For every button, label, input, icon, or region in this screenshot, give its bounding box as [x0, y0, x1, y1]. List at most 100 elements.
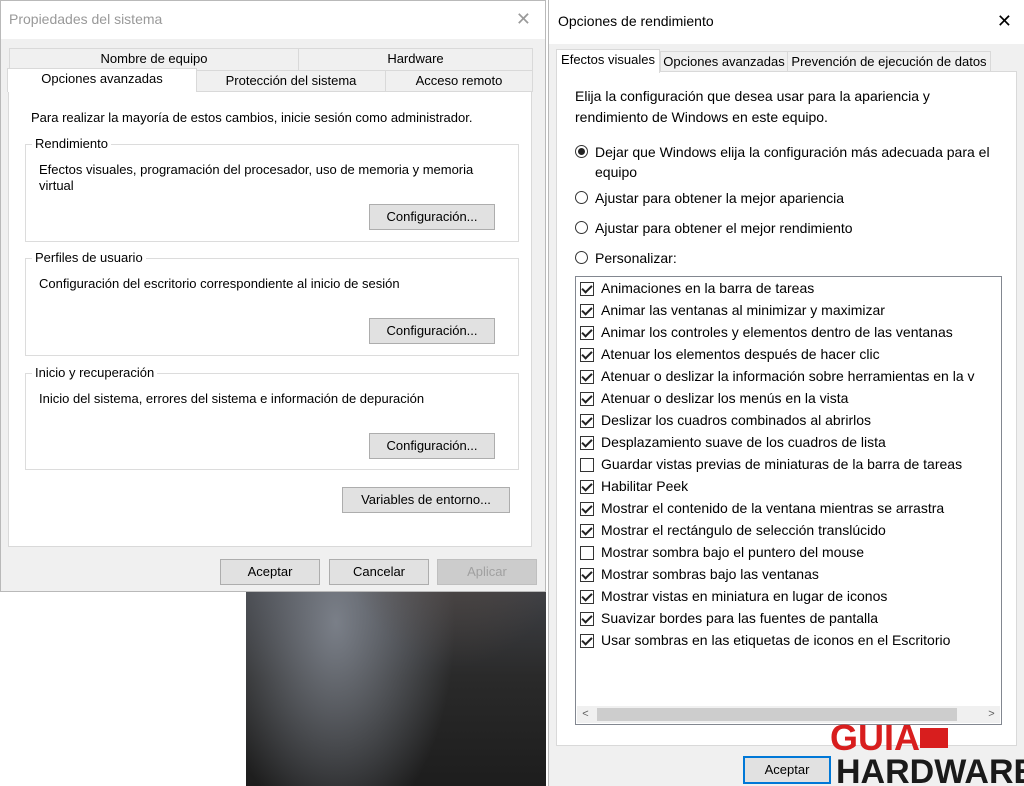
tab-label: Efectos visuales — [561, 52, 655, 67]
effect-item[interactable]: Guardar vistas previas de miniaturas de … — [580, 455, 1001, 477]
checkbox[interactable] — [580, 326, 594, 340]
effect-label: Usar sombras en las etiquetas de iconos … — [601, 632, 951, 648]
environment-variables-button[interactable]: Variables de entorno... — [342, 487, 510, 513]
checkbox[interactable] — [580, 546, 594, 560]
logo-mark — [920, 728, 948, 748]
checkbox[interactable] — [580, 304, 594, 318]
effect-item[interactable]: Usar sombras en las etiquetas de iconos … — [580, 631, 1001, 653]
radio-label: Personalizar: — [595, 250, 677, 266]
checkbox[interactable] — [580, 348, 594, 362]
effect-item[interactable]: Desplazamiento suave de los cuadros de l… — [580, 433, 1001, 455]
effect-item[interactable]: Mostrar el rectángulo de selección trans… — [580, 521, 1001, 543]
checkbox[interactable] — [580, 282, 594, 296]
tab-hardware[interactable]: Hardware — [298, 48, 533, 70]
effect-item[interactable]: Deslizar los cuadros combinados al abrir… — [580, 411, 1001, 433]
effect-item[interactable]: Mostrar vistas en miniatura en lugar de … — [580, 587, 1001, 609]
tab-opciones-avanzadas[interactable]: Opciones avanzadas — [660, 51, 788, 73]
effect-item[interactable]: Atenuar o deslizar la información sobre … — [580, 367, 1001, 389]
effect-item[interactable]: Habilitar Peek — [580, 477, 1001, 499]
tab-prevencion-ejecucion-datos[interactable]: Prevención de ejecución de datos — [787, 51, 991, 73]
effect-label: Atenuar o deslizar la información sobre … — [601, 368, 975, 384]
tab-label: Prevención de ejecución de datos — [791, 54, 987, 69]
apply-button[interactable]: Aplicar — [437, 559, 537, 585]
title-bar: Opciones de rendimiento ✕ — [549, 0, 1024, 44]
close-icon[interactable]: ✕ — [516, 10, 531, 28]
tab-acceso-remoto[interactable]: Acceso remoto — [385, 70, 533, 92]
group-title: Perfiles de usuario — [32, 250, 146, 265]
checkbox[interactable] — [580, 480, 594, 494]
checkbox[interactable] — [580, 634, 594, 648]
effect-label: Habilitar Peek — [601, 478, 689, 494]
effect-label: Animar las ventanas al minimizar y maxim… — [601, 302, 885, 318]
checkbox[interactable] — [580, 524, 594, 538]
radio-label: Dejar que Windows elija la configuración… — [595, 144, 990, 180]
visual-effects-list[interactable]: Animaciones en la barra de tareas Animar … — [575, 276, 1002, 725]
close-icon[interactable]: ✕ — [997, 12, 1012, 30]
effect-item[interactable]: Mostrar sombra bajo el puntero del mouse — [580, 543, 1001, 565]
checkbox[interactable] — [580, 612, 594, 626]
tab-efectos-visuales[interactable]: Efectos visuales — [556, 49, 660, 73]
tab-nombre-de-equipo[interactable]: Nombre de equipo — [9, 48, 299, 70]
checkbox[interactable] — [580, 370, 594, 384]
effect-label: Desplazamiento suave de los cuadros de l… — [601, 434, 886, 450]
effect-label: Suavizar bordes para las fuentes de pant… — [601, 610, 879, 626]
system-properties-window: Propiedades del sistema ✕ Nombre de equi… — [0, 0, 546, 592]
accept-button[interactable]: Aceptar — [220, 559, 320, 585]
tab-label: Nombre de equipo — [100, 51, 208, 66]
performance-settings-button[interactable]: Configuración... — [369, 204, 495, 230]
checkbox[interactable] — [580, 414, 594, 428]
performance-options-window: Opciones de rendimiento ✕ Efectos visual… — [548, 0, 1024, 786]
effect-label: Animar los controles y elementos dentro … — [601, 324, 953, 340]
cancel-button[interactable]: Cancelar — [329, 559, 429, 585]
radio-label: Ajustar para obtener el mejor rendimient… — [595, 220, 853, 236]
scroll-left-icon[interactable]: < — [577, 706, 594, 723]
radio-label: Ajustar para obtener la mejor apariencia — [595, 190, 845, 206]
tab-opciones-avanzadas[interactable]: Opciones avanzadas — [7, 68, 197, 92]
effect-label: Atenuar o deslizar los menús en la vista — [601, 390, 849, 406]
tab-label: Protección del sistema — [225, 73, 357, 88]
effect-label: Mostrar sombras bajo las ventanas — [601, 566, 819, 582]
window-title: Propiedades del sistema — [9, 11, 163, 27]
radio-button[interactable] — [575, 221, 588, 234]
checkbox[interactable] — [580, 502, 594, 516]
group-inicio-y-recuperacion: Inicio y recuperación Inicio del sistema… — [25, 365, 519, 470]
checkbox[interactable] — [580, 458, 594, 472]
effect-label: Mostrar sombra bajo el puntero del mouse — [601, 544, 865, 560]
group-description: Efectos visuales, programación del proce… — [39, 162, 474, 193]
visual-effects-intro: Elija la configuración que desea usar pa… — [575, 88, 930, 125]
user-profiles-settings-button[interactable]: Configuración... — [369, 318, 495, 344]
accept-button[interactable]: Aceptar — [743, 756, 831, 784]
checkbox[interactable] — [580, 568, 594, 582]
effect-item[interactable]: Animar los controles y elementos dentro … — [580, 323, 1001, 345]
guia-hardware-logo: GUIA HARDWARE — [830, 717, 1024, 786]
startup-recovery-settings-button[interactable]: Configuración... — [369, 433, 495, 459]
effect-item[interactable]: Mostrar el contenido de la ventana mient… — [580, 499, 1001, 521]
tab-label: Opciones avanzadas — [41, 71, 163, 86]
tab-label: Acceso remoto — [415, 73, 503, 88]
radio-button[interactable] — [575, 251, 588, 264]
group-perfiles-de-usuario: Perfiles de usuario Configuración del es… — [25, 250, 519, 356]
effect-item[interactable]: Suavizar bordes para las fuentes de pant… — [580, 609, 1001, 631]
tab-proteccion-del-sistema[interactable]: Protección del sistema — [196, 70, 386, 92]
logo-line1: GUIA — [830, 717, 920, 758]
advanced-options-panel: Para realizar la mayoría de estos cambio… — [8, 91, 532, 547]
checkbox[interactable] — [580, 590, 594, 604]
tab-label: Hardware — [387, 51, 444, 66]
effect-item[interactable]: Animar las ventanas al minimizar y maxim… — [580, 301, 1001, 323]
radio-button[interactable] — [575, 191, 588, 204]
effect-item[interactable]: Mostrar sombras bajo las ventanas — [580, 565, 1001, 587]
effect-item[interactable]: Animaciones en la barra de tareas — [580, 279, 1001, 301]
visual-effects-panel: Elija la configuración que desea usar pa… — [556, 71, 1017, 746]
logo-line2: HARDWARE — [836, 753, 1024, 786]
effect-label: Deslizar los cuadros combinados al abrir… — [601, 412, 872, 428]
effect-item[interactable]: Atenuar o deslizar los menús en la vista — [580, 389, 1001, 411]
group-title: Inicio y recuperación — [32, 365, 158, 380]
admin-notice: Para realizar la mayoría de estos cambio… — [31, 110, 473, 125]
effect-label: Mostrar el contenido de la ventana mient… — [601, 500, 945, 516]
checkbox[interactable] — [580, 392, 594, 406]
effect-item[interactable]: Atenuar los elementos después de hacer c… — [580, 345, 1001, 367]
group-rendimiento: Rendimiento Efectos visuales, programaci… — [25, 136, 519, 242]
radio-button[interactable] — [575, 145, 588, 158]
checkbox[interactable] — [580, 436, 594, 450]
group-title: Rendimiento — [32, 136, 111, 151]
